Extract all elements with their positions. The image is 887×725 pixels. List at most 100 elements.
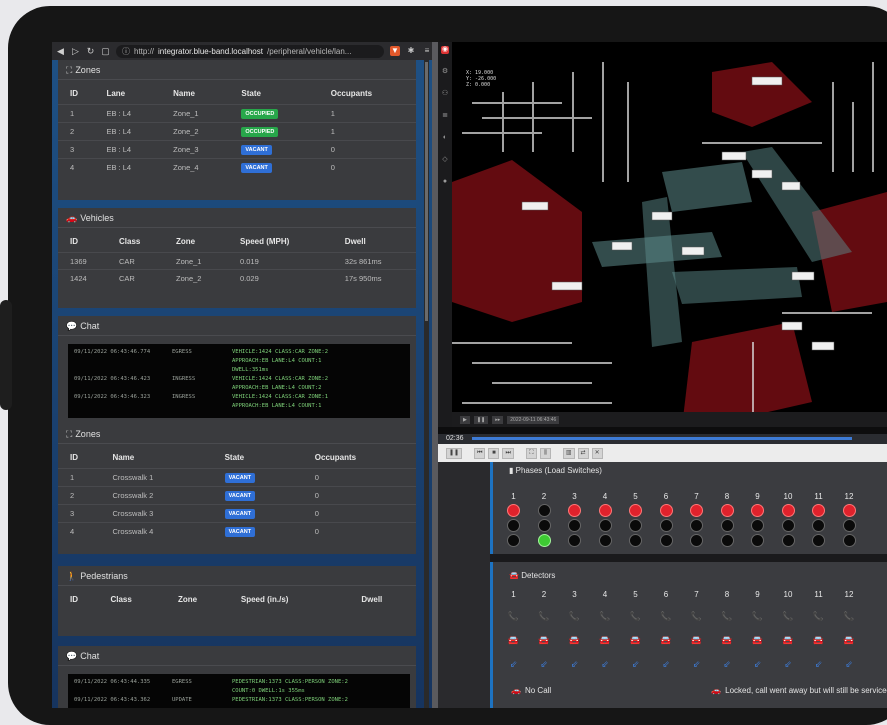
record-icon[interactable]: ●: [441, 178, 449, 186]
table-row[interactable]: 3 Crosswalk 3 VACANT 0: [58, 504, 416, 523]
forward-icon[interactable]: ▷: [71, 46, 80, 57]
player-step-button[interactable]: ▸▸: [492, 415, 504, 424]
tune-button[interactable]: ⫼: [539, 447, 551, 459]
phase-red-lamp: [842, 504, 856, 517]
chat-log[interactable]: 09/11/2022 06:43:46.774 EGRESS VEHICLE:142…: [68, 344, 410, 418]
table-row[interactable]: 1 Crosswalk 1 VACANT 0: [58, 468, 416, 487]
phase-number: 4: [602, 492, 608, 501]
brave-shield-icon[interactable]: ▼: [390, 46, 400, 56]
settings-icon[interactable]: ⚙: [441, 68, 449, 76]
status-badge: VACANT: [224, 491, 256, 501]
detector-column: 6 📞 🚘 ⇙: [660, 590, 673, 682]
fit-view-button[interactable]: ⛶: [525, 447, 537, 459]
table-cell: Crosswalk 4: [100, 522, 213, 540]
zones-card: ⛶ Zones ID Lane Name State Occupants 1 EB : L4…: [58, 60, 416, 200]
address-bar[interactable]: ⓘ http://integrator.blue-band.localhost /…: [116, 44, 384, 58]
table-cell: 2: [58, 486, 101, 505]
reload-icon[interactable]: ↻: [86, 46, 95, 57]
player-pause-button[interactable]: ❚❚: [473, 415, 489, 424]
table-cell: Zone_2: [164, 269, 228, 287]
phase-green-lamp: [781, 534, 795, 547]
table-row[interactable]: 4 EB : L4 Zone_4 VACANT 0: [58, 158, 416, 176]
table-cell: 1: [318, 122, 416, 141]
phases-card: ▮ Phases (Load Switches) 1 2 3 4 5 6 7 8 9 10 11 12: [490, 462, 887, 554]
phase-green-lamp: [720, 534, 734, 547]
chat-card-2: 💬 Chat 09/11/2022 06:43:44.335 EGRESS PEDES…: [58, 646, 416, 708]
app-logo-icon[interactable]: ◉: [441, 46, 449, 54]
detector-column: 2 📞 🚘 ⇙: [538, 590, 551, 682]
column-header: Dwell: [344, 237, 366, 246]
arrow-icon: ⇙: [662, 659, 670, 669]
table-cell: 3: [58, 504, 101, 523]
phase-yellow-lamp: [720, 519, 734, 532]
camera-icon[interactable]: ◐: [441, 134, 449, 142]
table-row[interactable]: 2 Crosswalk 2 VACANT 0: [58, 486, 416, 505]
status-badge: OCCUPIED: [241, 109, 279, 119]
panel-scrollbar[interactable]: [424, 60, 429, 708]
table-row[interactable]: 1369 CAR Zone_1 0.019 32s 861ms: [58, 252, 416, 270]
lidar-view[interactable]: X: 19.000 Y: -26.000 Z: 0.000: [452, 42, 887, 427]
timeline-bar[interactable]: 02:36: [438, 434, 887, 444]
car-locked-icon: 🚗: [711, 686, 722, 695]
phase-column: 3: [568, 492, 581, 549]
column-header: Name: [173, 89, 195, 98]
car-icon: 🚘: [751, 635, 764, 645]
table-cell: Zone_1: [161, 104, 230, 123]
table-row[interactable]: 1 EB : L4 Zone_1 OCCUPIED 1: [58, 104, 416, 123]
phase-red-lamp: [629, 504, 642, 517]
chat-line: 09/11/2022 06:43:43.362 UPDATE PEDESTRIAN:…: [74, 696, 404, 705]
back-icon[interactable]: ◀: [56, 46, 65, 57]
pause-button[interactable]: ❚❚: [446, 447, 463, 459]
table-row[interactable]: 4 Crosswalk 4 VACANT 0: [58, 522, 416, 540]
chat-line: APPROACH:EB LANE:L4 COUNT:1: [74, 357, 404, 366]
menu-icon[interactable]: ≡: [422, 46, 432, 56]
bookmark-icon[interactable]: ▢: [101, 46, 110, 57]
phase-column: 12: [842, 492, 856, 549]
chat-line: 09/11/2022 06:43:46.423 INGRESS VEHICLE:14…: [74, 375, 404, 384]
chat-event: EGRESS: [172, 679, 192, 685]
detector-number: 8: [724, 590, 730, 599]
player-play-button[interactable]: ▶: [460, 415, 470, 424]
browser-toolbar: ◀ ▷ ↻ ▢ ⓘ http://integrator.blue-band.lo…: [52, 42, 432, 60]
phone-icon: 📞: [843, 611, 855, 621]
chat-timestamp: 09/11/2022 06:43:46.323: [74, 394, 151, 400]
phone-icon: 📞: [599, 611, 611, 621]
chat-log-2[interactable]: 09/11/2022 06:43:44.335 EGRESS PEDESTRIAN:…: [68, 674, 410, 708]
detector-number: 12: [844, 590, 854, 599]
table-row[interactable]: 1424 CAR Zone_2 0.029 17s 950ms: [58, 269, 416, 287]
column-header: Occupants: [314, 453, 357, 462]
legend-locked: 🚗 Locked, call went away but will still b…: [711, 686, 887, 695]
arrow-icon: ⇙: [631, 659, 640, 669]
table-cell: 0: [302, 522, 416, 540]
extension-icon[interactable]: ✱: [406, 46, 416, 56]
detector-column: 9 📞 🚘 ⇙: [751, 590, 764, 682]
state-cell: VACANT: [212, 504, 303, 523]
phase-green-lamp: [598, 534, 612, 547]
network-icon[interactable]: ⚇: [441, 90, 449, 98]
status-badge: VACANT: [224, 473, 256, 483]
next-frame-button[interactable]: ⏭: [502, 447, 514, 459]
layers-icon[interactable]: ≣: [441, 112, 449, 120]
column-header: Class: [119, 237, 141, 246]
crosswalk-zones-card: ⛶ Zones ID Name State Occupants 1 Crosswalk 1…: [58, 424, 416, 554]
prev-frame-button[interactable]: ⏮: [474, 447, 486, 459]
close-split-button[interactable]: ✕: [591, 447, 603, 459]
tag-icon[interactable]: ◇: [441, 156, 449, 164]
table-row[interactable]: 2 EB : L4 Zone_2 OCCUPIED 1: [58, 122, 416, 141]
chat-line: APPROACH:EB LANE:L4 COUNT:1: [74, 402, 404, 411]
site-info-icon[interactable]: ⓘ: [122, 45, 130, 58]
timeline-track[interactable]: [472, 437, 852, 440]
chat-event: INGRESS: [172, 376, 196, 382]
swap-button[interactable]: ⇄: [577, 447, 589, 459]
car-icon: 🚘: [843, 635, 855, 645]
layout-button[interactable]: ▥: [562, 447, 575, 459]
detector-number: 11: [814, 590, 823, 599]
chat-line: 09/11/2022 06:43:46.323 INGRESS VEHICLE:14…: [74, 393, 404, 402]
phase-red-lamp: [812, 504, 825, 517]
stop-button[interactable]: ■: [488, 447, 500, 459]
chat-event: UPDATE: [172, 697, 192, 703]
elapsed-time: 02:36: [446, 435, 464, 442]
table-row[interactable]: 3 EB : L4 Zone_3 VACANT 0: [58, 140, 416, 159]
phase-yellow-lamp: [781, 519, 795, 532]
detector-number: 1: [511, 590, 516, 599]
